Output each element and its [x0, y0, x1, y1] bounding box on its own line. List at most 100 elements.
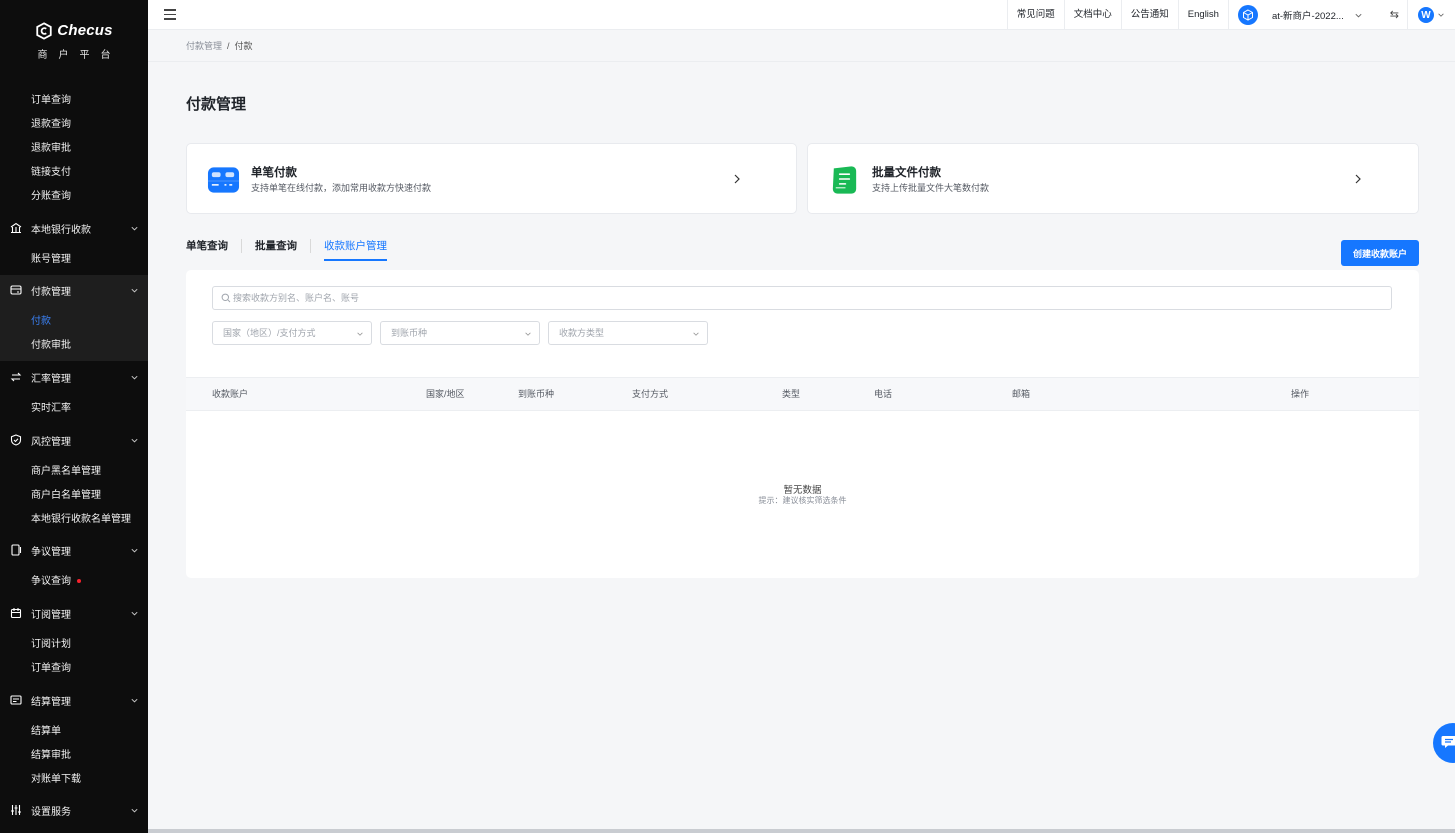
user-menu[interactable]: W — [1407, 0, 1455, 30]
chevron-down-icon — [131, 698, 138, 702]
menu-toggle-icon[interactable] — [164, 9, 176, 20]
sidebar-item-subscription-plan[interactable]: 订阅计划 — [31, 635, 71, 650]
column-header: 国家/地区 — [426, 389, 465, 399]
sidebar-group-label: 本地银行收款 — [31, 224, 91, 236]
window-bottom-edge — [148, 829, 1455, 833]
announcements-link[interactable]: 公告通知 — [1120, 0, 1178, 30]
docs-link[interactable]: 文档中心 — [1063, 0, 1121, 30]
breadcrumb-separator: / — [227, 41, 230, 51]
sidebar-item-blacklist[interactable]: 商户黑名单管理 — [31, 462, 101, 477]
sidebar-item-link-pay[interactable]: 链接支付 — [31, 163, 71, 178]
top-header: 常见问题 文档中心 公告通知 English at-新商户-2022... ⇆ … — [148, 0, 1455, 30]
sidebar-item-whitelist[interactable]: 商户白名单管理 — [31, 486, 101, 501]
bank-icon — [10, 222, 22, 234]
sidebar-item-realtime-rate[interactable]: 实时汇率 — [31, 399, 71, 414]
merchant-selector[interactable]: at-新商户-2022... — [1227, 0, 1372, 30]
avatar: W — [1418, 7, 1434, 23]
sidebar-item-payment[interactable]: 付款 — [31, 312, 51, 327]
column-header: 支付方式 — [632, 389, 669, 399]
sidebar-item-dispute-query[interactable]: 争议查询 — [31, 572, 81, 587]
sidebar-item-account-management[interactable]: 账号管理 — [31, 250, 71, 265]
chat-support-button[interactable] — [1433, 723, 1455, 763]
chevron-down-icon — [357, 332, 363, 336]
sidebar-group-label: 风控管理 — [31, 436, 71, 448]
shield-icon — [10, 434, 22, 446]
search-box[interactable] — [212, 286, 1392, 310]
query-tabs: 单笔查询 批量查询 收款账户管理 — [186, 238, 387, 262]
sidebar-group-label: 设置服务 — [31, 806, 71, 818]
brand-name: Checus — [57, 22, 113, 39]
breadcrumb-parent[interactable]: 付款管理 — [186, 41, 222, 51]
payee-account-panel: 国家（地区）/支付方式 到账币种 收款方类型 收款账户 国家/地区 到账币种 支… — [186, 270, 1419, 578]
sidebar-group-label: 汇率管理 — [31, 373, 71, 385]
faq-link[interactable]: 常见问题 — [1006, 0, 1064, 30]
chevron-down-icon — [131, 288, 138, 292]
sidebar-item-statement-download[interactable]: 对账单下载 — [31, 770, 81, 785]
batch-file-payment-card[interactable]: 批量文件付款 支持上传批量文件大笔数付款 — [807, 143, 1419, 214]
sidebar-group-label: 争议管理 — [31, 546, 71, 558]
search-input[interactable] — [233, 287, 1383, 309]
merchant-cube-icon — [1237, 5, 1258, 25]
sidebar-group-dispute[interactable]: 争议管理 — [0, 538, 148, 562]
header-links: 常见问题 文档中心 公告通知 English at-新商户-2022... ⇆ … — [1006, 0, 1455, 30]
chat-icon — [1441, 736, 1455, 748]
settings-sliders-icon — [11, 805, 21, 815]
sidebar-group-label: 付款管理 — [31, 286, 71, 298]
column-header: 到账币种 — [518, 389, 555, 399]
single-payment-card[interactable]: 单笔付款 支持单笔在线付款，添加常用收款方快速付款 — [186, 143, 797, 214]
sidebar-item-refund-approval[interactable]: 退款审批 — [31, 139, 71, 154]
chevron-down-icon — [131, 438, 138, 442]
chevron-down-icon — [693, 332, 699, 336]
chevron-right-icon — [734, 174, 740, 184]
chevron-down-icon — [131, 548, 138, 552]
sidebar-item-payment-approval[interactable]: 付款审批 — [31, 336, 71, 351]
sidebar: Checus 商户平台 订单查询 退款查询 退款审批 链接支付 分账查询 本地银… — [0, 0, 148, 833]
create-payee-account-button[interactable]: 创建收款账户 — [1341, 240, 1419, 266]
select-placeholder: 到账币种 — [391, 328, 428, 338]
sidebar-group-payment[interactable]: 付款管理 — [0, 278, 148, 302]
column-header: 收款账户 — [212, 389, 249, 399]
sidebar-item-settlement-approval[interactable]: 结算审批 — [31, 746, 71, 761]
chevron-down-icon — [131, 226, 138, 230]
card-description: 支持上传批量文件大笔数付款 — [872, 183, 990, 193]
breadcrumb-current: 付款 — [234, 41, 253, 51]
sidebar-group-risk[interactable]: 风控管理 — [0, 428, 148, 452]
sidebar-group-settlement[interactable]: 结算管理 — [0, 688, 148, 712]
switch-account-icon[interactable]: ⇆ — [1372, 0, 1407, 30]
chevron-down-icon — [131, 375, 138, 379]
tab-payee-account-management[interactable]: 收款账户管理 — [324, 238, 387, 261]
merchant-name: at-新商户-2022... — [1271, 11, 1344, 22]
language-switch[interactable]: English — [1177, 0, 1228, 30]
column-header: 类型 — [782, 389, 801, 399]
brand-subtitle: 商户平台 — [37, 49, 122, 61]
sidebar-group-subscription[interactable]: 订阅管理 — [0, 601, 148, 625]
card-title: 批量文件付款 — [872, 167, 941, 179]
chevron-down-icon — [1355, 13, 1362, 17]
sidebar-group-exchange[interactable]: 汇率管理 — [0, 365, 148, 389]
sidebar-group-local-bank[interactable]: 本地银行收款 — [0, 216, 148, 240]
payee-type-select[interactable]: 收款方类型 — [548, 321, 708, 345]
card-payment-icon — [207, 167, 240, 193]
country-payment-method-select[interactable]: 国家（地区）/支付方式 — [212, 321, 372, 345]
currency-select[interactable]: 到账币种 — [380, 321, 540, 345]
batch-file-icon — [832, 166, 857, 194]
notification-dot — [77, 579, 81, 584]
sidebar-item-settlement-bill[interactable]: 结算单 — [31, 722, 61, 737]
sidebar-group-settings[interactable]: 设置服务 — [0, 798, 148, 822]
tab-divider — [310, 239, 311, 253]
sidebar-item-split-query[interactable]: 分账查询 — [31, 187, 71, 202]
breadcrumb: 付款管理 / 付款 — [148, 31, 1455, 62]
select-placeholder: 收款方类型 — [559, 328, 605, 338]
sidebar-item-refund-query[interactable]: 退款查询 — [31, 115, 71, 130]
empty-state-hint: 提示：建议核实筛选条件 — [758, 496, 847, 505]
tab-single-query[interactable]: 单笔查询 — [186, 238, 228, 259]
calendar-icon — [10, 608, 22, 619]
sidebar-item-order-query[interactable]: 订单查询 — [31, 91, 71, 106]
brand-logo[interactable]: Checus 商户平台 — [0, 0, 148, 78]
chevron-down-icon — [131, 611, 138, 615]
sidebar-item-local-bank-list[interactable]: 本地银行收款名单管理 — [31, 510, 131, 525]
tab-batch-query[interactable]: 批量查询 — [255, 238, 297, 259]
sidebar-group-label: 订阅管理 — [31, 609, 71, 621]
sidebar-item-subscription-orders[interactable]: 订单查询 — [31, 659, 71, 674]
chevron-down-icon — [525, 332, 531, 336]
